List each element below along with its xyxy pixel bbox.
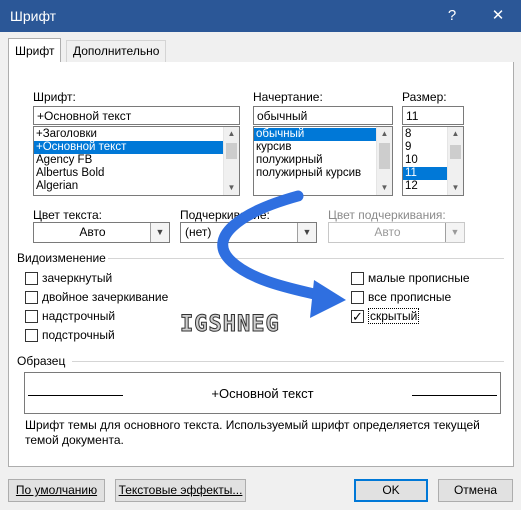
preview-line-right [412,395,497,396]
preview-title: Образец [17,354,66,368]
ok-button[interactable]: OK [354,479,428,502]
set-default-button[interactable]: По умолчанию [8,479,105,502]
preview-description: Шрифт темы для основного текста. Использ… [25,418,480,447]
preview-box: +Основной текст [24,372,501,414]
text-effects-button[interactable]: Текстовые эффекты... [115,479,246,502]
section-divider [72,361,504,362]
preview-text: +Основной текст [211,386,314,401]
cancel-button[interactable]: Отмена [438,479,513,502]
